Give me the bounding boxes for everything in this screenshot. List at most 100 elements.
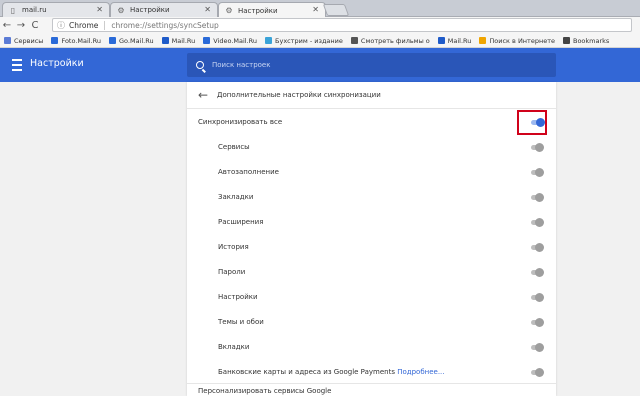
bookmark-label: Foto.Mail.Ru — [61, 36, 102, 45]
tab-title: Настройки — [130, 6, 170, 14]
omnibox-url[interactable]: chrome://settings/syncSetup — [111, 21, 218, 30]
bookmark-label: Mail.Ru — [447, 36, 472, 45]
sync-item-toggle[interactable] — [530, 243, 544, 252]
close-icon[interactable]: ✕ — [96, 5, 103, 14]
sync-settings-card: ← Дополнительные настройки синхронизации… — [187, 82, 556, 396]
sync-item-label: Пароли — [218, 268, 246, 276]
search-icon — [196, 61, 204, 69]
tab-title: Настройки — [238, 6, 278, 15]
bookmark-mail-2[interactable]: Mail.Ru — [437, 36, 472, 45]
bookmark-label: Video.Mail.Ru — [213, 36, 258, 45]
bookmark-go[interactable]: Go.Mail.Ru — [109, 37, 154, 45]
bookmark-films[interactable]: Смотреть фильмы о — [350, 36, 430, 45]
bookmark-services[interactable]: Сервисы — [4, 37, 43, 45]
subpage-header: ← Дополнительные настройки синхронизации — [187, 82, 556, 109]
omnibox-divider — [104, 20, 106, 30]
search-key-icon — [479, 37, 487, 44]
sync-all-row: Синхронизировать все — [187, 110, 556, 135]
sync-item-toggle[interactable] — [530, 268, 544, 277]
sync-item-label: Вкладки — [218, 343, 250, 351]
subpage-title: Дополнительные настройки синхронизации — [217, 91, 381, 99]
page-icon — [51, 37, 59, 44]
page-icon — [203, 37, 211, 44]
bookmark-mail[interactable]: Mail.Ru — [161, 36, 196, 45]
back-arrow-icon[interactable]: ← — [0, 20, 14, 31]
bookmark-search[interactable]: Поиск в Интернете — [479, 37, 555, 45]
close-icon[interactable]: ✕ — [204, 5, 211, 14]
sync-item-row: Сервисы — [187, 135, 556, 160]
mail-icon — [437, 37, 445, 44]
sync-item-row: Темы и обои — [187, 310, 556, 335]
bookmark-label: Бухстрим - издание — [275, 36, 343, 45]
personalize-row[interactable]: Персонализировать сервисы Google — [187, 383, 556, 396]
sync-item-label: Настройки — [218, 293, 258, 301]
page-icon — [109, 37, 117, 44]
sync-item-toggle[interactable] — [530, 143, 544, 152]
personalize-label: Персонализировать сервисы Google — [198, 387, 332, 395]
bookmark-foto[interactable]: Foto.Mail.Ru — [51, 37, 101, 45]
sync-item-toggle[interactable] — [530, 343, 544, 352]
sync-item-toggle[interactable] — [530, 368, 544, 377]
sync-item-toggle[interactable] — [530, 218, 544, 227]
tab-title: mail.ru — [22, 6, 47, 14]
sync-item-label: Автозаполнение — [218, 168, 279, 176]
bookmark-label: Поиск в Интернете — [489, 36, 555, 45]
close-icon[interactable]: ✕ — [312, 5, 319, 14]
sync-item-toggle[interactable] — [530, 168, 544, 177]
reload-icon[interactable]: C — [28, 20, 42, 31]
search-box[interactable] — [187, 53, 556, 77]
sync-item-row: Автозаполнение — [187, 160, 556, 185]
tab-settings-1[interactable]: ⚙ Настройки ✕ — [110, 2, 218, 17]
gear-icon: ⚙ — [225, 6, 233, 15]
menu-icon[interactable] — [12, 59, 22, 71]
page-icon: ▯ — [10, 5, 16, 15]
sync-item-row: Пароли — [187, 260, 556, 285]
settings-header: Настройки — [0, 48, 640, 82]
gear-icon: ⚙ — [117, 5, 125, 15]
tab-mail-ru[interactable]: ▯ mail.ru ✕ — [2, 2, 110, 17]
new-tab-button[interactable] — [322, 4, 350, 16]
apps-icon — [4, 37, 11, 44]
bookmark-label: Bookmarks — [573, 36, 610, 45]
forward-arrow-icon[interactable]: → — [14, 20, 28, 31]
star-icon — [563, 37, 570, 44]
info-icon[interactable]: ⓘ — [57, 20, 65, 31]
page-icon — [265, 37, 273, 44]
sync-item-label: Банковские карты и адреса из Google Paym… — [218, 368, 445, 376]
sync-item-row: Настройки — [187, 285, 556, 310]
tab-settings-active[interactable]: ⚙ Настройки ✕ — [218, 2, 326, 18]
sync-item-toggle[interactable] — [530, 193, 544, 202]
address-bar[interactable]: ⓘ Chrome chrome://settings/syncSetup — [52, 18, 632, 32]
sync-item-label: Закладки — [218, 193, 254, 201]
bookmark-bookmarks[interactable]: Bookmarks — [563, 37, 609, 45]
tab-strip: ▯ mail.ru ✕ ⚙ Настройки ✕ ⚙ Настройки ✕ — [0, 0, 640, 18]
bookmark-label: Сервисы — [14, 36, 44, 45]
bookmarks-bar: Сервисы Foto.Mail.Ru Go.Mail.Ru Mail.Ru … — [0, 34, 640, 48]
sync-item-label: История — [218, 243, 249, 251]
sync-all-label: Синхронизировать все — [198, 118, 283, 126]
bookmark-label: Mail.Ru — [171, 36, 196, 45]
sync-item-label: Сервисы — [218, 143, 250, 151]
mail-icon — [161, 37, 169, 44]
sync-item-label: Темы и обои — [218, 318, 264, 326]
payments-label: Банковские карты и адреса из Google Paym… — [218, 368, 395, 376]
page-icon — [350, 37, 358, 44]
page-title: Настройки — [30, 58, 84, 69]
sync-item-toggle[interactable] — [530, 293, 544, 302]
browser-toolbar: ← → C ⓘ Chrome chrome://settings/syncSet… — [0, 17, 640, 34]
bookmark-label: Смотреть фильмы о — [360, 36, 430, 45]
bookmark-label: Go.Mail.Ru — [119, 36, 154, 45]
search-input[interactable] — [212, 61, 512, 69]
bookmark-video[interactable]: Video.Mail.Ru — [203, 37, 257, 45]
highlight-box — [517, 110, 547, 135]
sync-item-label: Расширения — [218, 218, 264, 226]
sync-item-toggle[interactable] — [530, 318, 544, 327]
back-arrow-icon[interactable]: ← — [198, 88, 208, 102]
sync-item-row: Банковские карты и адреса из Google Paym… — [187, 360, 556, 385]
learn-more-link[interactable]: Подробнее... — [397, 368, 444, 376]
sync-item-row: История — [187, 235, 556, 260]
sync-item-row: Закладки — [187, 185, 556, 210]
sync-item-row: Вкладки — [187, 335, 556, 360]
bookmark-buhstrim[interactable]: Бухстрим - издание — [265, 37, 343, 45]
sync-item-row: Расширения — [187, 210, 556, 235]
